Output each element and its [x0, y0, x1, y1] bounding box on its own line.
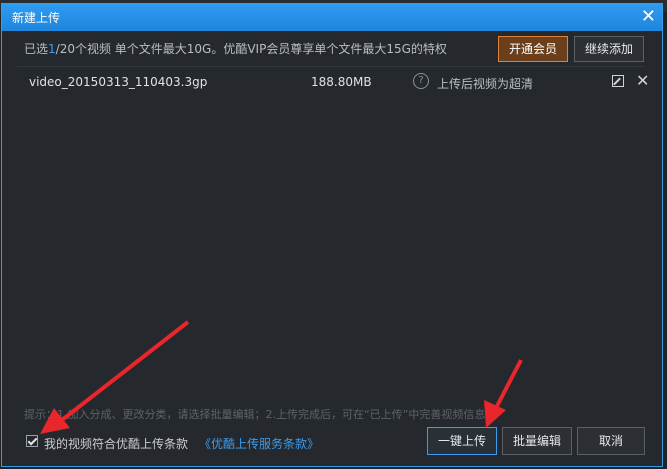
selection-info: 已选1/20个视频 单个文件最大10G。优酷VIP会员尊享单个文件最大15G的特…: [24, 40, 447, 57]
file-quality-note: 上传后视频为超清: [437, 77, 534, 91]
file-name: video_20150313_110403.3gp: [29, 75, 208, 89]
close-icon[interactable]: ✕: [641, 6, 656, 28]
edit-icon[interactable]: [612, 75, 624, 87]
cancel-button[interactable]: 取消: [577, 427, 645, 455]
dialog-title: 新建上传: [12, 11, 61, 25]
file-row: video_20150313_110403.3gp 188.80MB ? 上传后…: [17, 70, 649, 94]
selection-prefix: 已选: [24, 42, 49, 56]
tip-text: 提示：1.加入分成、更改分类，请选择批量编辑；2.上传完成后，可在“已上传”中完…: [24, 408, 497, 421]
terms-link[interactable]: 《优酷上传服务条款》: [199, 435, 319, 452]
one-click-upload-button[interactable]: 一键上传: [427, 427, 497, 455]
file-size: 188.80MB: [311, 75, 372, 89]
open-vip-button[interactable]: 开通会员: [498, 36, 568, 62]
selection-suffix: /20个视频 单个文件最大10G。优酷VIP会员尊享单个文件最大15G的特权: [55, 42, 447, 56]
dialog-titlebar: 新建上传 ✕: [2, 4, 662, 31]
help-icon[interactable]: ?: [413, 73, 429, 89]
divider: [17, 66, 645, 67]
delete-icon[interactable]: ✕: [636, 71, 649, 90]
agree-checkbox[interactable]: [26, 435, 38, 447]
batch-edit-button[interactable]: 批量编辑: [502, 427, 572, 455]
continue-add-button[interactable]: 继续添加: [574, 36, 644, 62]
selected-count: 1: [48, 42, 56, 56]
agree-label: 我的视频符合优酷上传条款: [44, 437, 189, 451]
